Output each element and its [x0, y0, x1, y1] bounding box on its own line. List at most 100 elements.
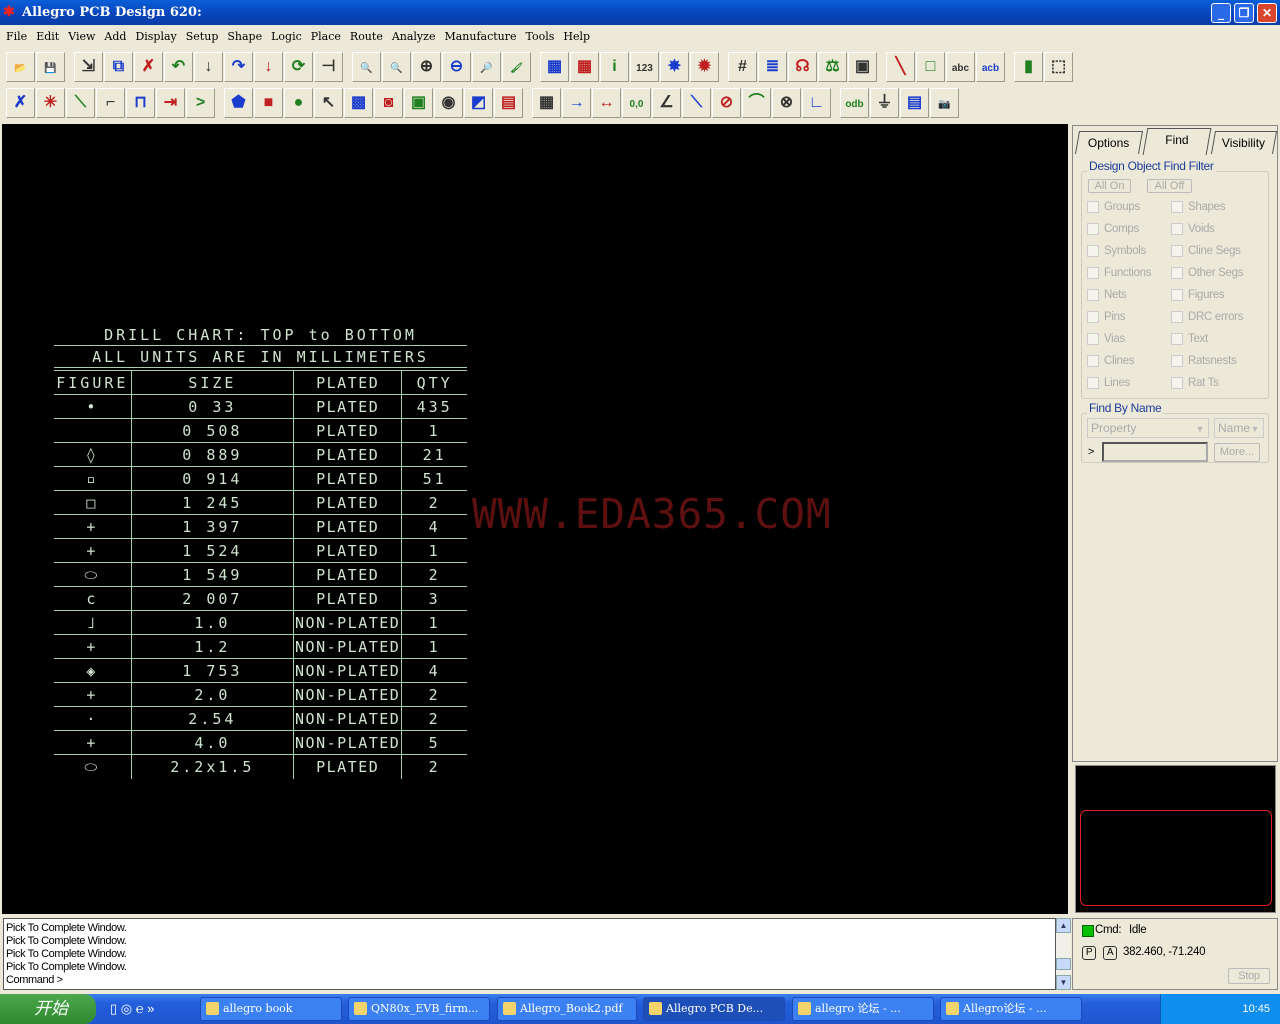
delete-button[interactable]: ✗ [134, 52, 163, 82]
undo-button[interactable]: ↶ [164, 52, 193, 82]
scroll-up-icon[interactable]: ▲ [1056, 918, 1071, 933]
console-scrollbar[interactable]: ▲ ▼ [1056, 918, 1071, 990]
move-button[interactable]: ⇲ [74, 52, 103, 82]
constraint-button[interactable]: ☊ [788, 52, 817, 82]
edit-boundary-button[interactable]: ◙ [374, 88, 403, 118]
assign-color-button[interactable]: ▦ [570, 52, 599, 82]
filter-voids[interactable]: Voids [1171, 223, 1215, 235]
ratsnest-button[interactable]: ✳ [36, 88, 65, 118]
menu-place[interactable]: Place [311, 30, 341, 43]
component-button[interactable]: ▮ [1014, 52, 1043, 82]
filter-shapes[interactable]: Shapes [1171, 201, 1226, 213]
checkbox[interactable] [1087, 245, 1099, 257]
dim-parallel-button[interactable]: ↔ [592, 88, 621, 118]
zoom-previous-button[interactable]: 🔎 [472, 52, 501, 82]
menu-tools[interactable]: Tools [526, 30, 555, 43]
layers-button[interactable]: ≣ [758, 52, 787, 82]
taskbar-item[interactable]: QN80x_EVB_firm... [348, 997, 490, 1021]
select-shape-button[interactable]: ↖ [314, 88, 343, 118]
checkbox[interactable] [1087, 289, 1099, 301]
taskbar-item[interactable]: allegro book [200, 997, 342, 1021]
filter-comps[interactable]: Comps [1087, 223, 1139, 235]
taskbar-item[interactable]: Allegro_Book2.pdf [497, 997, 637, 1021]
menu-shape[interactable]: Shape [227, 30, 262, 43]
p-button[interactable]: P [1082, 946, 1096, 960]
odb-button[interactable]: odb [840, 88, 869, 118]
menu-setup[interactable]: Setup [186, 30, 219, 43]
filter-clines[interactable]: Clines [1087, 355, 1134, 367]
add-rect-button[interactable]: □ [916, 52, 945, 82]
filter-drc-errors[interactable]: DRC errors [1171, 311, 1243, 323]
scroll-down-icon[interactable]: ▼ [1056, 975, 1071, 990]
checkbox[interactable] [1171, 355, 1183, 367]
dim-linear-button[interactable]: → [562, 88, 591, 118]
command-console[interactable]: Pick To Complete Window. Pick To Complete… [3, 918, 1056, 990]
menu-edit[interactable]: Edit [36, 30, 59, 43]
drill-button[interactable]: ⏚ [870, 88, 899, 118]
menu-route[interactable]: Route [350, 30, 383, 43]
checkbox[interactable] [1087, 355, 1099, 367]
all-off-button[interactable]: All Off [1147, 179, 1192, 193]
redraw-button[interactable]: 🖌 [502, 52, 531, 82]
manual-void-button[interactable]: ▩ [344, 88, 373, 118]
checkbox[interactable] [1087, 201, 1099, 213]
balance-button[interactable]: ⚖ [818, 52, 847, 82]
delay-tune-button[interactable]: ⊓ [126, 88, 155, 118]
void-rect-button[interactable]: ▣ [404, 88, 433, 118]
name-dropdown[interactable]: Name ▼ [1214, 418, 1264, 438]
fillet-button[interactable]: ⌒ [742, 88, 771, 118]
checkbox[interactable] [1171, 377, 1183, 389]
delete-islands-button[interactable]: ▤ [494, 88, 523, 118]
filter-functions[interactable]: Functions [1087, 267, 1151, 279]
filter-text[interactable]: Text [1171, 333, 1208, 345]
edit-text-button[interactable]: acb [976, 52, 1005, 82]
open-button[interactable]: 📂 [6, 52, 35, 82]
unroute-button[interactable]: ✗ [6, 88, 35, 118]
menu-manufacture[interactable]: Manufacture [444, 30, 516, 43]
zoom-fit-button[interactable]: 🔍 [382, 52, 411, 82]
pin-button[interactable]: ⊣ [314, 52, 343, 82]
dim-angle-button[interactable]: ∠ [652, 88, 681, 118]
board-button[interactable]: ▣ [848, 52, 877, 82]
shape-rect-button[interactable]: ■ [254, 88, 283, 118]
checkbox[interactable] [1087, 311, 1099, 323]
tab-options[interactable]: Options [1074, 131, 1144, 154]
checkbox[interactable] [1087, 333, 1099, 345]
undo-drop-button[interactable]: ↓ [194, 52, 223, 82]
custom-smooth-button[interactable]: ⇥ [156, 88, 185, 118]
shape-polygon-button[interactable]: ⬟ [224, 88, 253, 118]
filter-figures[interactable]: Figures [1171, 289, 1225, 301]
measure-button[interactable]: 123 [630, 52, 659, 82]
filter-vias[interactable]: Vias [1087, 333, 1125, 345]
dimension-button[interactable]: ▦ [532, 88, 561, 118]
menu-file[interactable]: File [6, 30, 27, 43]
close-button[interactable]: ✕ [1257, 3, 1277, 23]
zoom-in-button[interactable]: ⊕ [412, 52, 441, 82]
menu-add[interactable]: Add [104, 30, 126, 43]
radius-button[interactable]: ⊘ [712, 88, 741, 118]
design-canvas[interactable]: DRILL CHART: TOP to BOTTOM ALL UNITS ARE… [2, 124, 1068, 914]
filter-other-segs[interactable]: Other Segs [1171, 267, 1243, 279]
taskbar-item[interactable]: Allegro论坛 - ... [940, 997, 1082, 1021]
menu-help[interactable]: Help [563, 30, 590, 43]
highlight-button[interactable]: ✸ [660, 52, 689, 82]
void-circle-button[interactable]: ◉ [434, 88, 463, 118]
filter-symbols[interactable]: Symbols [1087, 245, 1146, 257]
stop-button[interactable]: Stop [1228, 968, 1270, 984]
checkbox[interactable] [1087, 267, 1099, 279]
a-button[interactable]: A [1103, 946, 1117, 960]
tab-visibility[interactable]: Visibility [1210, 131, 1278, 154]
info-button[interactable]: i [600, 52, 629, 82]
copy-button[interactable]: ⧉ [104, 52, 133, 82]
shape-circle-button[interactable]: ● [284, 88, 313, 118]
checkbox[interactable] [1171, 289, 1183, 301]
property-dropdown[interactable]: Property ▼ [1087, 418, 1209, 438]
find-name-input[interactable] [1102, 442, 1208, 462]
checkbox[interactable] [1171, 223, 1183, 235]
checkbox[interactable] [1171, 311, 1183, 323]
save-button[interactable]: 💾 [36, 52, 65, 82]
checkbox[interactable] [1171, 201, 1183, 213]
tab-find[interactable]: Find [1142, 128, 1212, 155]
dim-datum-button[interactable]: 0,0 [622, 88, 651, 118]
taskbar-item[interactable]: allegro 论坛 - ... [792, 997, 934, 1021]
